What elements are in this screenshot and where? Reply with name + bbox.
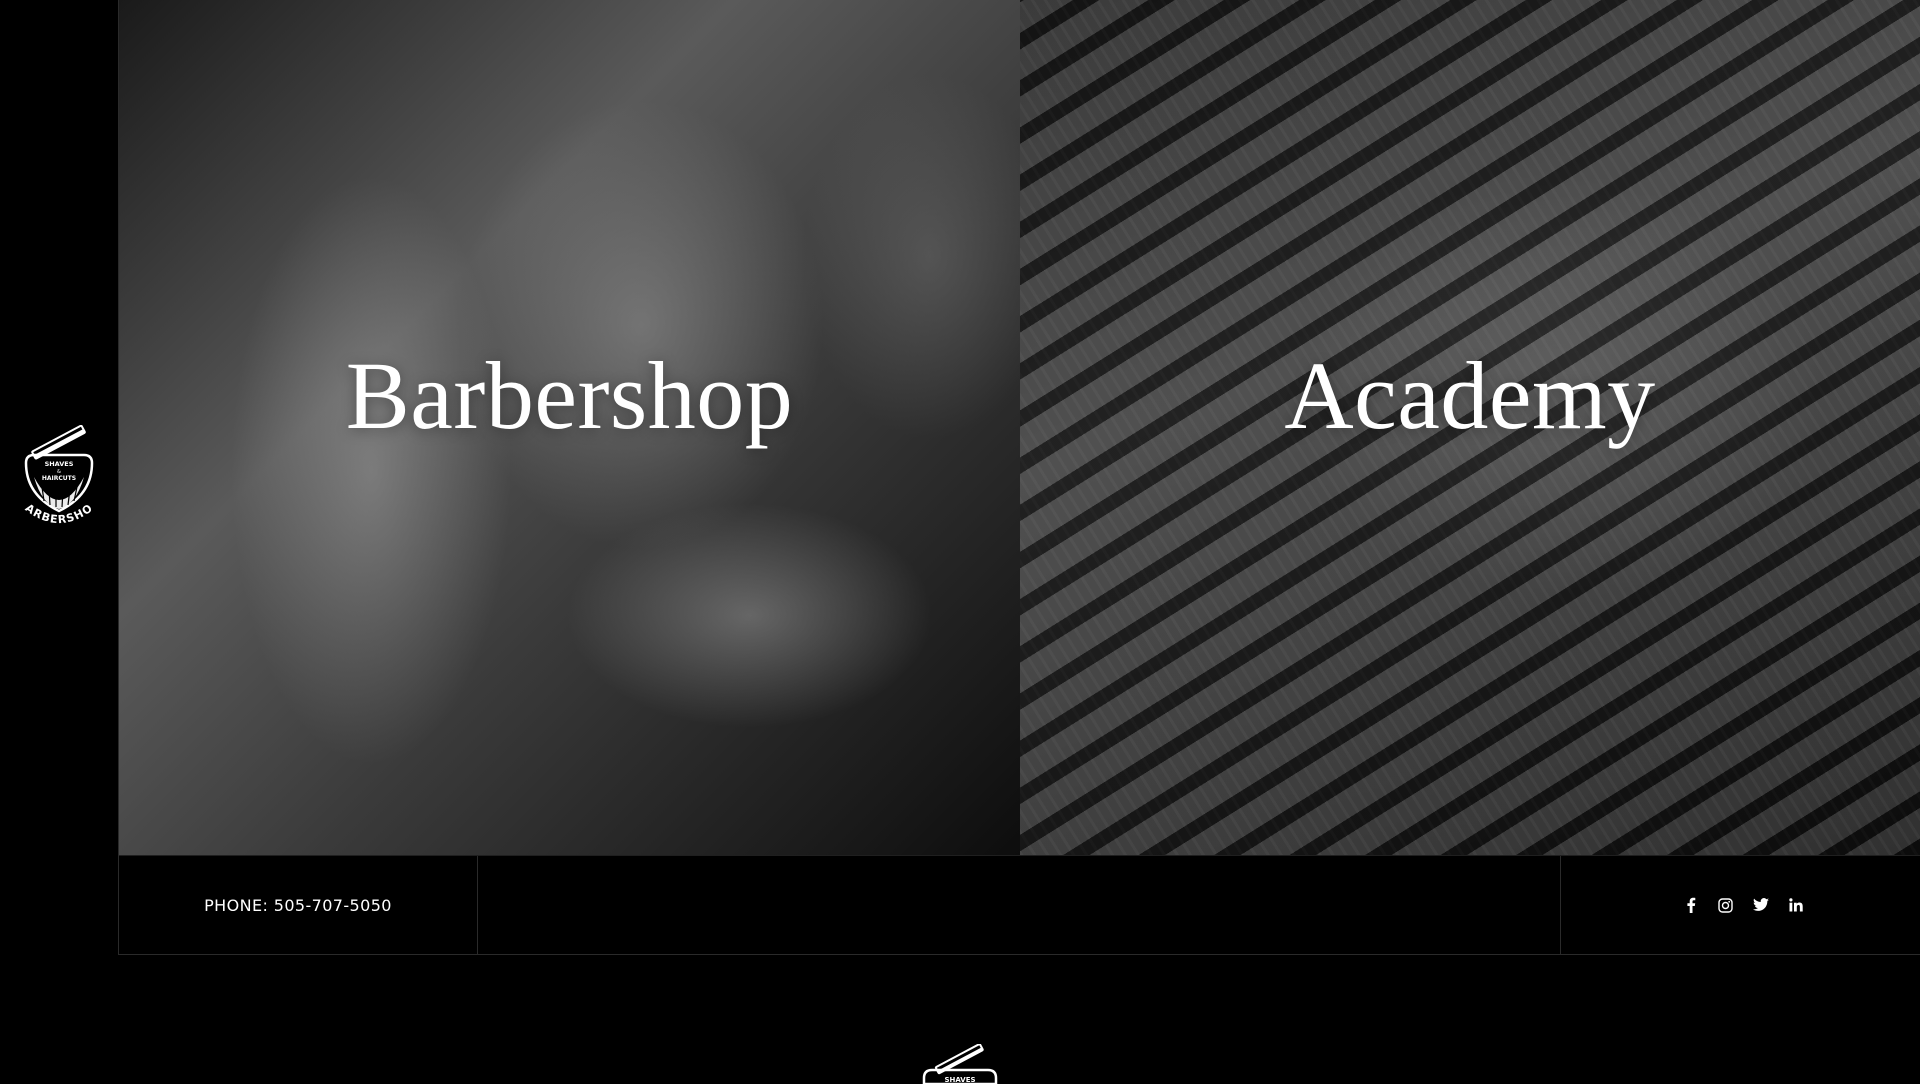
twitter-link[interactable] xyxy=(1752,897,1769,914)
info-spacer xyxy=(478,856,1561,954)
razor-beard-logo-icon: SHAVES & HAIRCUTS BARBERSHOP xyxy=(16,424,94,526)
info-bar: PHONE: 505-707-5050 xyxy=(119,855,1920,955)
twitter-icon xyxy=(1752,898,1769,911)
site-logo[interactable]: SHAVES & HAIRCUTS BARBERSHOP xyxy=(14,423,104,533)
sidebar: SHAVES & HAIRCUTS BARBERSHOP xyxy=(0,0,119,955)
academy-title: Academy xyxy=(1284,341,1656,449)
barbershop-title: Barbershop xyxy=(345,341,794,449)
razor-beard-logo-icon: SHAVES xyxy=(922,1044,998,1084)
linkedin-link[interactable] xyxy=(1787,897,1804,914)
instagram-icon xyxy=(1718,897,1733,913)
phone-cell: PHONE: 505-707-5050 xyxy=(119,856,478,954)
facebook-link[interactable] xyxy=(1682,897,1699,914)
footer-logo[interactable]: SHAVES xyxy=(920,1044,1000,1084)
footer: SHAVES xyxy=(0,956,1920,1084)
svg-text:SHAVES: SHAVES xyxy=(45,460,74,468)
barbershop-panel[interactable]: Barbershop xyxy=(119,0,1020,855)
academy-panel[interactable]: Academy xyxy=(1020,0,1920,855)
facebook-icon xyxy=(1686,897,1695,913)
svg-text:HAIRCUTS: HAIRCUTS xyxy=(42,475,76,482)
svg-text:SHAVES: SHAVES xyxy=(944,1076,975,1084)
instagram-link[interactable] xyxy=(1717,897,1734,914)
social-links xyxy=(1561,856,1920,954)
phone-number[interactable]: PHONE: 505-707-5050 xyxy=(204,896,392,915)
linkedin-icon xyxy=(1788,898,1803,912)
